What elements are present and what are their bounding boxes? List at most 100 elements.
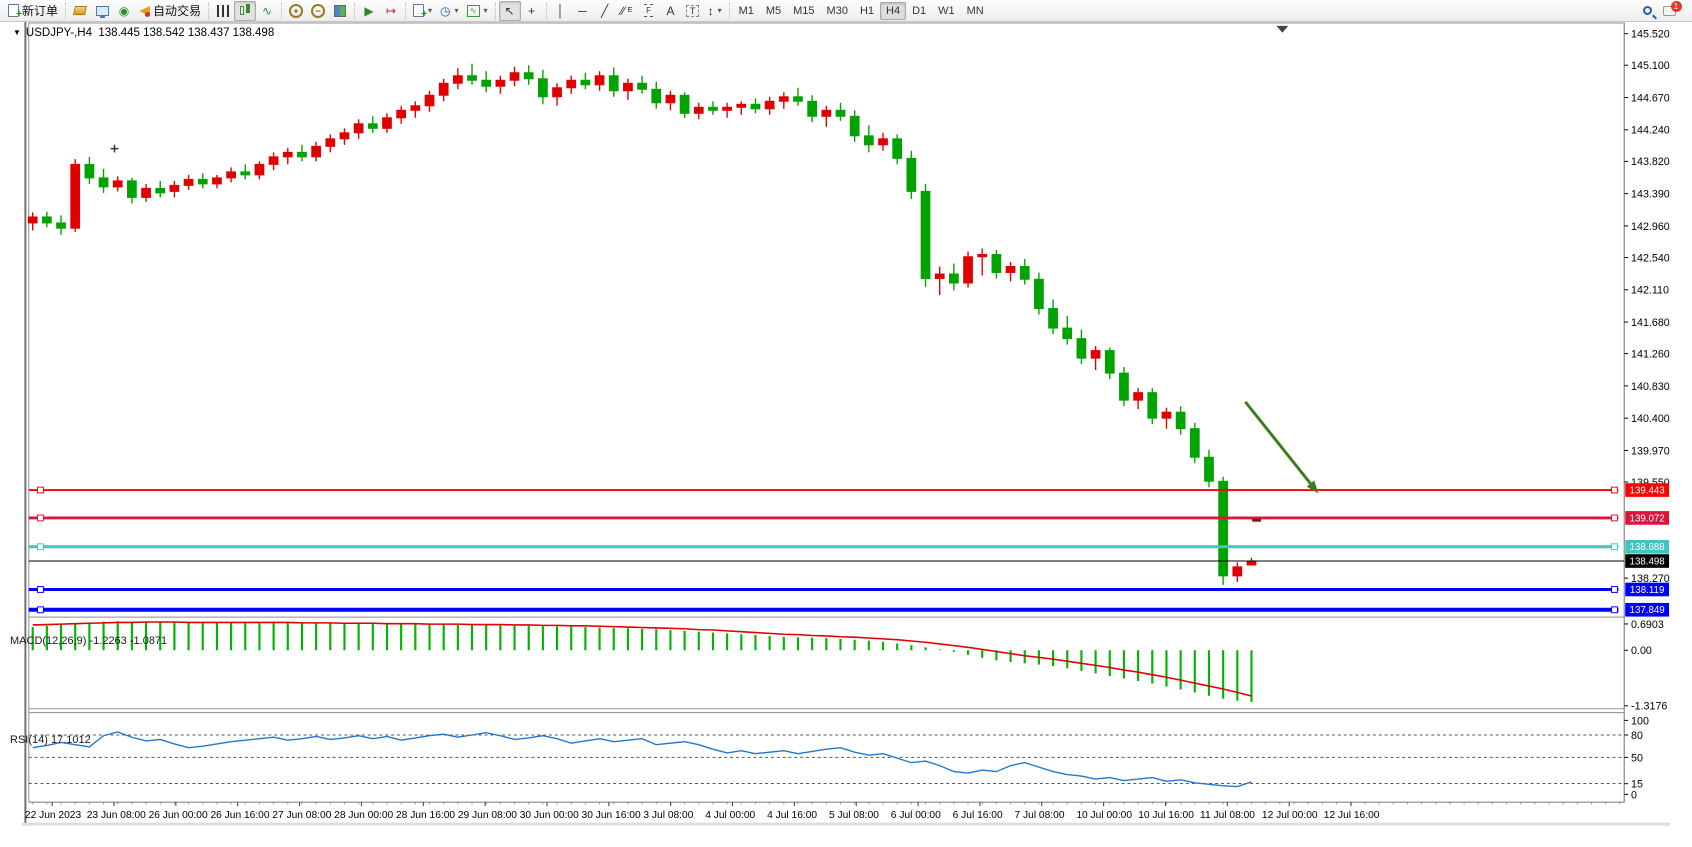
candle-body [269, 157, 278, 165]
templates-button[interactable]: ∿ ▾ [463, 1, 492, 21]
auto-trading-button[interactable]: 自动交易 [135, 1, 205, 21]
equidistant-channel-button[interactable]: ∕∕E [616, 1, 638, 21]
chevron-down-icon[interactable]: ▾ [455, 6, 459, 15]
line-anchor[interactable] [1612, 587, 1618, 593]
candle-body [1020, 266, 1029, 279]
new-order-button[interactable]: + 新订单 [4, 1, 62, 21]
candle-body [666, 95, 675, 103]
periods-button[interactable]: ◷ ▾ [436, 1, 463, 21]
fibonacci-icon: F [644, 4, 653, 17]
line-chart-button[interactable]: ∿ [256, 1, 278, 21]
line-anchor[interactable] [38, 487, 44, 493]
time-label: 7 Jul 08:00 [1015, 810, 1065, 821]
signals-button[interactable]: ◉ [113, 1, 135, 21]
line-anchor[interactable] [38, 587, 44, 593]
svg-text:144.240: 144.240 [1631, 125, 1670, 137]
indicators-button[interactable]: + ▾ [409, 1, 436, 21]
clock-icon: ◷ [440, 5, 450, 17]
text-button[interactable]: A [660, 1, 682, 21]
candle-body [723, 107, 732, 110]
candlestick-chart-icon [239, 4, 252, 17]
line-anchor[interactable] [1612, 544, 1618, 550]
candle-body [992, 254, 1001, 272]
svg-text:0: 0 [1631, 789, 1637, 801]
candle-body [978, 254, 987, 256]
timeframe-m1[interactable]: M1 [733, 2, 760, 20]
time-label: 4 Jul 16:00 [767, 810, 817, 821]
timeframe-w1[interactable]: W1 [932, 2, 961, 20]
vertical-line-button[interactable]: │ [550, 1, 572, 21]
time-label: 30 Jun 16:00 [582, 810, 641, 821]
zoom-in-button[interactable]: + [285, 1, 307, 21]
timeframe-mn[interactable]: MN [961, 2, 990, 20]
time-label: 27 Jun 08:00 [272, 810, 331, 821]
crosshair-icon: + [528, 5, 535, 17]
candle-body [340, 133, 349, 139]
horizontal-line-button[interactable]: ─ [572, 1, 594, 21]
timeframe-m30[interactable]: M30 [821, 2, 854, 20]
text-label-button[interactable]: T [682, 1, 704, 21]
auto-trading-icon [139, 6, 150, 16]
zoom-out-button[interactable]: − [307, 1, 329, 21]
timeframe-m5[interactable]: M5 [760, 2, 787, 20]
tile-windows-button[interactable] [329, 1, 351, 21]
candle-body [1233, 567, 1242, 576]
timeframe-h4[interactable]: H4 [880, 2, 906, 20]
time-label: 12 Jul 00:00 [1262, 810, 1318, 821]
line-anchor[interactable] [1612, 487, 1618, 493]
candle-body [921, 191, 930, 278]
line-anchor[interactable] [1612, 607, 1618, 613]
symbol-period-label: USDJPY-,H4 [26, 27, 92, 39]
timeframe-d1[interactable]: D1 [906, 2, 932, 20]
arrows-button[interactable]: ↕ ▾ [704, 1, 726, 21]
candle-body [1162, 412, 1171, 418]
fibonacci-button[interactable]: F [638, 1, 660, 21]
time-label: 26 Jun 16:00 [210, 810, 269, 821]
notification-badge: 1 [1671, 1, 1682, 12]
price-pointer-marker [1252, 519, 1261, 522]
bar-chart-button[interactable] [212, 1, 234, 21]
candle-body [1091, 351, 1100, 359]
chart-window[interactable]: 145.520145.100144.670144.240143.820143.3… [0, 22, 1692, 847]
strategy-tester-button[interactable] [91, 1, 113, 21]
svg-text:141.260: 141.260 [1631, 348, 1670, 360]
timeframe-h1[interactable]: H1 [854, 2, 880, 20]
price-badge-label: 137.849 [1630, 605, 1665, 616]
line-anchor[interactable] [1612, 515, 1618, 521]
line-anchor[interactable] [38, 544, 44, 550]
notifications-button[interactable]: 1 [1658, 1, 1680, 21]
candle-body [1063, 328, 1072, 339]
candlestick-chart-button[interactable] [234, 1, 256, 21]
candle-body [1190, 429, 1199, 458]
trendline-button[interactable]: ╱ [594, 1, 616, 21]
line-anchor[interactable] [38, 515, 44, 521]
rsi-name: RSI(14) [10, 734, 48, 746]
auto-scroll-button[interactable]: ▶ [358, 1, 380, 21]
crosshair-button[interactable]: + [521, 1, 543, 21]
timeframe-m15[interactable]: M15 [787, 2, 820, 20]
svg-text:142.540: 142.540 [1631, 252, 1670, 264]
svg-text:140.400: 140.400 [1631, 413, 1670, 425]
chevron-down-icon[interactable]: ▾ [718, 6, 722, 15]
chart-title: ▼USDJPY-,H4 138.445 138.542 138.437 138.… [13, 27, 274, 39]
chevron-down-icon[interactable]: ▾ [428, 6, 432, 15]
price-badge-label: 139.443 [1630, 485, 1665, 496]
candle-body [1006, 266, 1015, 272]
time-label: 11 Jul 08:00 [1200, 810, 1255, 821]
candle-body [425, 95, 434, 106]
price-chart-canvas[interactable]: 145.520145.100144.670144.240143.820143.3… [0, 22, 1692, 847]
chevron-down-icon[interactable]: ▾ [484, 6, 488, 15]
search-button[interactable] [1636, 1, 1658, 21]
candle-body [1247, 561, 1256, 565]
chart-shift-button[interactable]: ↦ [380, 1, 402, 21]
line-anchor[interactable] [38, 607, 44, 613]
candle-body [638, 83, 647, 89]
candle-body [850, 116, 859, 136]
candle-body [864, 136, 873, 145]
price-badge-label: 138.119 [1630, 585, 1664, 596]
trendline-icon: ╱ [601, 5, 608, 17]
macd-indicator-label: MACD(12,26,9) -1.2263 -1.0871 [10, 635, 167, 647]
cursor-button[interactable]: ↖ [499, 1, 521, 21]
market-depth-button[interactable] [69, 1, 91, 21]
chart-dropdown-icon[interactable]: ▼ [13, 28, 21, 37]
